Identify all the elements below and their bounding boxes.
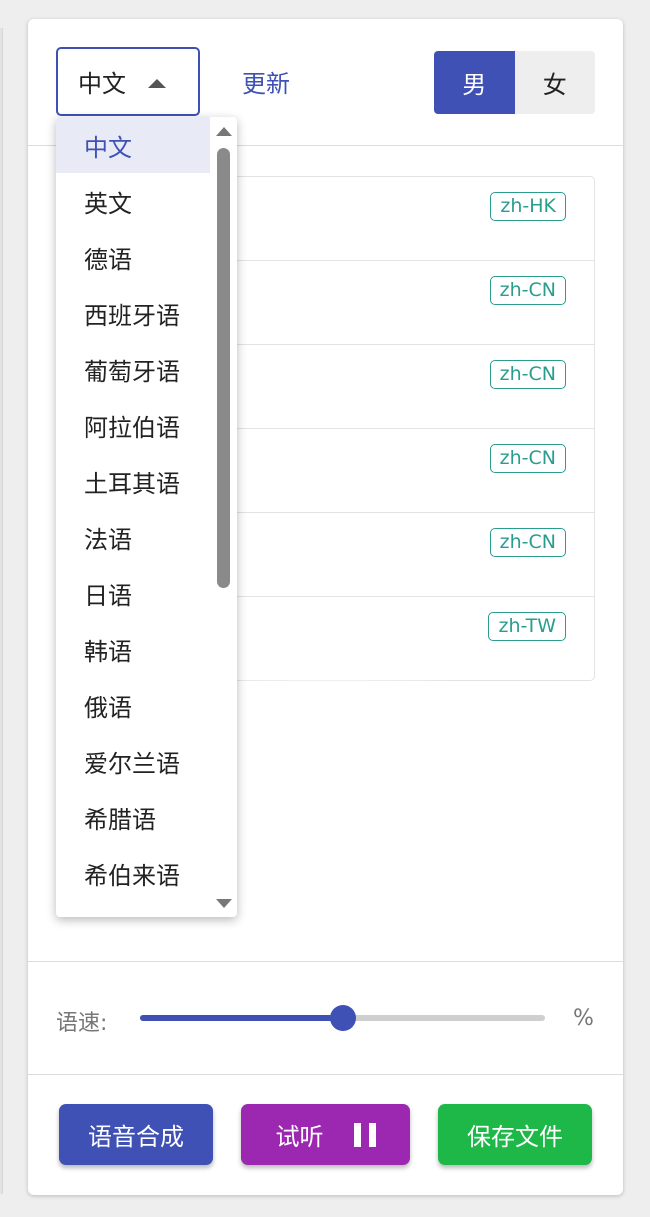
language-option[interactable]: 俄语 xyxy=(56,677,210,733)
language-option[interactable]: 日语 xyxy=(56,565,210,621)
gender-female-button[interactable]: 女 xyxy=(514,51,595,114)
language-option[interactable]: 希伯来语 xyxy=(56,845,210,901)
scroll-down-arrow-icon[interactable] xyxy=(216,899,232,908)
language-option[interactable]: 中文 xyxy=(56,117,210,173)
save-file-button-label: 保存文件 xyxy=(467,1123,563,1151)
locale-badge: zh-CN xyxy=(489,276,566,305)
language-dropdown-menu: 中文 英文 德语 西班牙语 葡萄牙语 阿拉伯语 土耳其语 法语 日语 韩语 俄语… xyxy=(56,117,237,917)
background-panel-edge xyxy=(0,28,3,1194)
language-option[interactable]: 德语 xyxy=(56,229,210,285)
refresh-link[interactable]: 更新 xyxy=(242,64,290,99)
speed-slider-handle[interactable] xyxy=(329,1005,356,1031)
synthesize-button[interactable]: 语音合成 xyxy=(59,1104,213,1165)
language-option[interactable]: 西班牙语 xyxy=(56,285,210,341)
dropdown-scrollbar-thumb[interactable] xyxy=(217,148,230,588)
language-option[interactable]: 韩语 xyxy=(56,621,210,677)
gender-male-button[interactable]: 男 xyxy=(434,51,515,114)
language-option[interactable]: 葡萄牙语 xyxy=(56,341,210,397)
speed-divider-top xyxy=(28,961,623,962)
listen-button-label: 试听 xyxy=(275,1123,324,1151)
save-file-button[interactable]: 保存文件 xyxy=(438,1104,592,1165)
speed-slider[interactable] xyxy=(140,1005,545,1031)
language-option[interactable]: 法语 xyxy=(56,509,210,565)
gender-toggle: 男 女 xyxy=(434,51,595,114)
locale-badge: zh-TW xyxy=(488,612,566,641)
locale-badge: zh-CN xyxy=(489,528,566,557)
language-select[interactable]: 中文 xyxy=(56,47,200,116)
actions-divider xyxy=(28,1074,623,1075)
speed-slider-fill xyxy=(140,1015,343,1021)
language-option[interactable]: 土耳其语 xyxy=(56,453,210,509)
speed-label: 语速: xyxy=(56,1011,108,1036)
language-option[interactable]: 希腊语 xyxy=(56,789,210,845)
locale-badge: zh-CN xyxy=(489,360,566,389)
locale-badge: zh-HK xyxy=(490,192,566,221)
speed-unit: % xyxy=(573,1006,594,1031)
listen-button[interactable]: 试听 xyxy=(241,1104,410,1165)
synthesize-button-label: 语音合成 xyxy=(88,1123,184,1151)
locale-badge: zh-CN xyxy=(489,444,566,473)
scroll-up-arrow-icon[interactable] xyxy=(216,127,232,136)
language-option[interactable]: 爱尔兰语 xyxy=(56,733,210,789)
language-option[interactable]: 英文 xyxy=(56,173,210,229)
caret-up-icon xyxy=(148,79,166,88)
pause-icon xyxy=(353,1122,376,1147)
language-select-value: 中文 xyxy=(78,70,126,98)
language-option[interactable]: 阿拉伯语 xyxy=(56,397,210,453)
